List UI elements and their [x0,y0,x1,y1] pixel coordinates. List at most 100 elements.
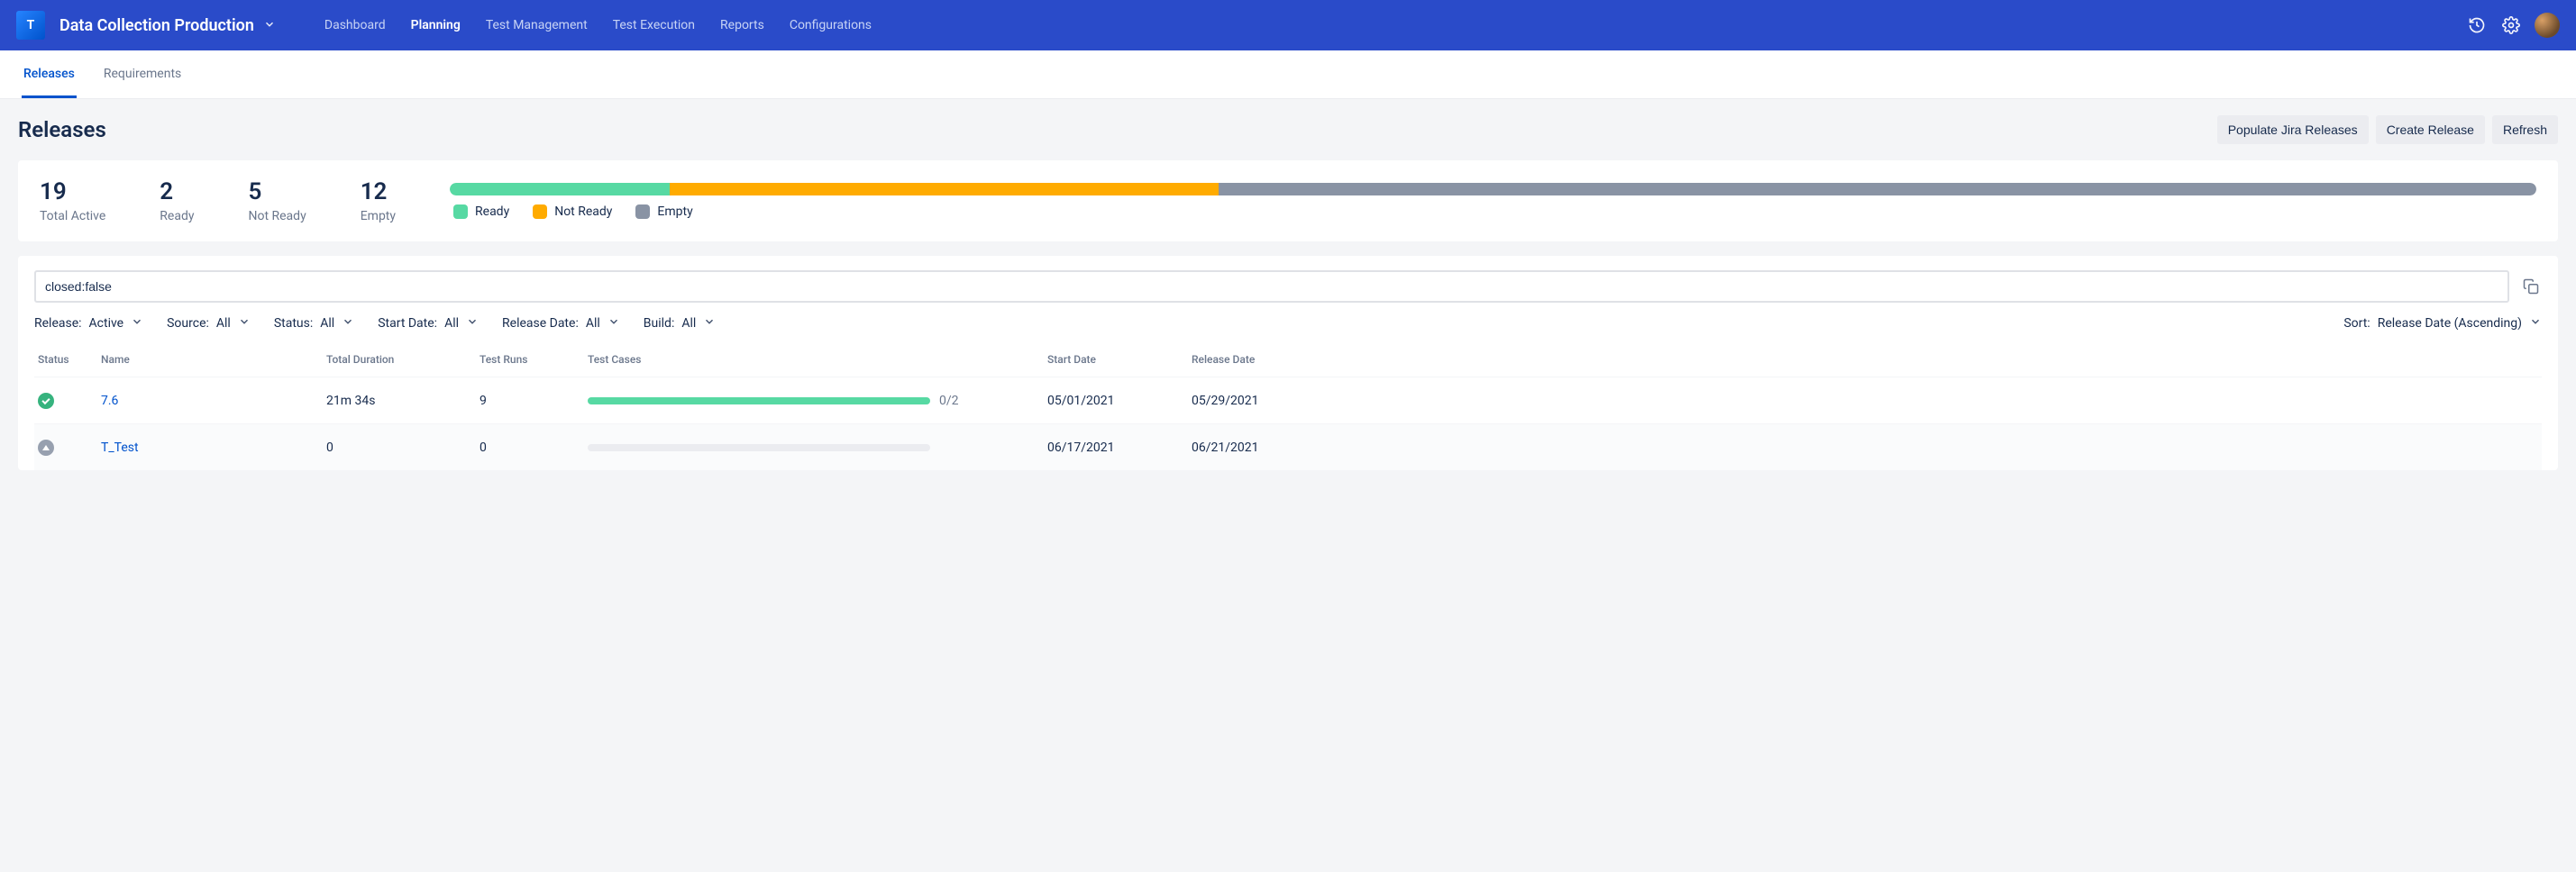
chevron-down-icon [2529,315,2542,332]
stat-total-active: 19 Total Active [40,178,105,223]
swatch-not-ready [533,204,547,219]
app-logo[interactable]: T [16,11,45,40]
filter-value: All [681,316,696,331]
chevron-down-icon [607,315,620,332]
page-header: Releases Populate Jira Releases Create R… [0,99,2576,157]
nav-test-management[interactable]: Test Management [473,0,600,50]
top-navbar: T Data Collection Production DashboardPl… [0,0,2576,50]
chevron-down-icon [263,16,276,35]
cell-release-date: 06/21/2021 [1192,441,1336,455]
stat-value: 2 [160,178,194,205]
search-input[interactable] [34,270,2509,303]
table-row[interactable]: 7.6 21m 34s9 0/2 05/01/202105/29/2021 [34,377,2542,423]
history-icon[interactable] [2462,11,2491,40]
sort-control[interactable]: Sort: Release Date (Ascending) [2343,315,2542,332]
project-switcher[interactable]: Data Collection Production [59,16,276,35]
cell-start-date: 05/01/2021 [1047,394,1192,408]
cell-test-runs: 0 [480,441,588,455]
legend-label: Ready [475,204,509,219]
filter-label: Build: [644,316,675,331]
col-test-runs: Test Runs [480,353,588,366]
release-name-link[interactable]: T_Test [101,441,139,455]
stat-label: Not Ready [248,209,306,223]
legend-empty: Empty [635,204,692,219]
legend-not-ready: Not Ready [533,204,612,219]
col-test-cases: Test Cases [588,353,1047,366]
table-row[interactable]: T_Test0006/17/202106/21/2021 [34,423,2542,470]
legend-ready: Ready [453,204,509,219]
stat-value: 12 [361,178,396,205]
filter-value: All [216,316,231,331]
copy-icon[interactable] [2520,276,2542,297]
table-header: Status Name Total Duration Test Runs Tes… [34,344,2542,377]
filter-status[interactable]: Status: All [274,315,354,332]
filter-build[interactable]: Build: All [644,315,717,332]
chevron-down-icon [342,315,354,332]
cell-total-duration: 0 [326,441,480,455]
test-cases-count: 0/2 [939,394,959,408]
col-total-duration: Total Duration [326,353,480,366]
stat-label: Total Active [40,209,105,223]
swatch-ready [453,204,468,219]
filter-start-date[interactable]: Start Date: All [378,315,479,332]
status-unknown-icon [38,440,54,456]
filter-label: Release: [34,316,82,331]
cell-test-runs: 9 [480,394,588,408]
progress-segment-ready [450,183,670,195]
chevron-down-icon [703,315,716,332]
col-status: Status [38,353,101,366]
legend-label: Not Ready [554,204,612,219]
col-start-date: Start Date [1047,353,1192,366]
filter-label: Status: [274,316,313,331]
nav-planning[interactable]: Planning [398,0,473,50]
nav-test-execution[interactable]: Test Execution [600,0,708,50]
filter-value: Active [89,316,124,331]
test-cases-progress [588,444,1047,451]
cell-total-duration: 21m 34s [326,394,480,408]
chevron-down-icon [131,315,143,332]
avatar[interactable] [2535,13,2560,38]
col-release-date: Release Date [1192,353,1336,366]
chevron-down-icon [466,315,479,332]
test-cases-bar [588,397,930,404]
tab-requirements[interactable]: Requirements [102,50,183,98]
filter-release[interactable]: Release: Active [34,315,143,332]
filter-source[interactable]: Source: All [167,315,251,332]
chevron-down-icon [238,315,251,332]
test-cases-progress: 0/2 [588,394,1047,408]
filter-label: Start Date: [378,316,437,331]
stat-label: Ready [160,209,194,223]
stat-ready: 2 Ready [160,178,194,223]
stat-value: 19 [40,178,105,205]
summary-card: 19 Total Active 2 Ready 5 Not Ready 12 E… [18,160,2558,241]
gear-icon[interactable] [2497,11,2526,40]
filter-label: Release Date: [502,316,579,331]
project-name: Data Collection Production [59,16,254,35]
refresh-button[interactable]: Refresh [2492,115,2558,144]
filter-release-date[interactable]: Release Date: All [502,315,620,332]
legend-label: Empty [657,204,692,219]
sort-label: Sort: [2343,316,2370,331]
stat-value: 5 [248,178,306,205]
swatch-empty [635,204,650,219]
releases-table: Status Name Total Duration Test Runs Tes… [34,344,2542,470]
populate-jira-releases-button[interactable]: Populate Jira Releases [2217,115,2369,144]
filter-label: Source: [167,316,209,331]
nav-configurations[interactable]: Configurations [777,0,884,50]
progress-segment-empty [1219,183,2536,195]
filter-value: All [586,316,600,331]
nav-dashboard[interactable]: Dashboard [312,0,398,50]
page-title: Releases [18,117,106,142]
cell-release-date: 05/29/2021 [1192,394,1336,408]
progress-segment-not-ready [670,183,1219,195]
tab-releases[interactable]: Releases [22,50,77,98]
main-nav: DashboardPlanningTest ManagementTest Exe… [312,0,884,50]
sort-value: Release Date (Ascending) [2378,316,2522,331]
create-release-button[interactable]: Create Release [2376,115,2485,144]
filter-value: All [444,316,459,331]
stat-not-ready: 5 Not Ready [248,178,306,223]
stat-empty: 12 Empty [361,178,396,223]
sub-tabs: Releases Requirements [0,50,2576,99]
release-name-link[interactable]: 7.6 [101,394,118,408]
nav-reports[interactable]: Reports [708,0,777,50]
